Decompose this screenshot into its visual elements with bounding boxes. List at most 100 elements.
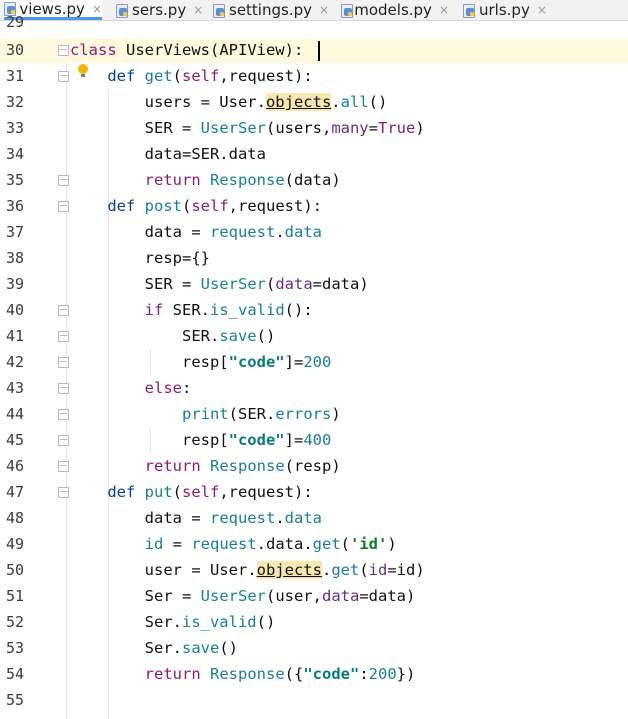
tab-urls-py[interactable]: urls.py ×	[463, 0, 553, 20]
code-token: =id)	[387, 561, 425, 579]
code-line: resp["code"]=200	[70, 349, 331, 375]
line-number: 44	[5, 405, 24, 423]
code-token: many	[331, 119, 369, 137]
fold-marker-icon[interactable]	[58, 357, 69, 368]
line-number: 33	[5, 119, 24, 137]
code-token: print	[181, 405, 229, 423]
line-number: 32	[5, 93, 24, 111]
close-icon[interactable]: ×	[537, 3, 547, 17]
line-number: 31	[5, 67, 24, 85]
code-token: put	[144, 483, 173, 501]
code-token: class	[70, 41, 117, 59]
code-token: self	[182, 483, 220, 501]
fold-marker-icon[interactable]	[58, 305, 69, 316]
code-line: Ser = UserSer(user,data=data)	[70, 583, 416, 609]
fold-marker-icon[interactable]	[58, 201, 69, 212]
code-line: data=SER.data	[70, 141, 266, 167]
code-token: (resp)	[284, 457, 341, 475]
code-token: SER.	[163, 301, 210, 319]
line-number: 30	[5, 41, 24, 59]
tab-sers-py[interactable]: sers.py ×	[116, 0, 208, 20]
fold-marker-icon[interactable]	[58, 461, 69, 472]
fold-marker-icon[interactable]	[58, 435, 69, 446]
code-line: return Response(data)	[70, 167, 341, 193]
code-token: ,request):	[228, 197, 322, 215]
fold-marker-icon[interactable]	[58, 175, 69, 186]
code-token: get	[331, 561, 360, 579]
code-token: data	[284, 223, 322, 241]
line-number: 55	[5, 691, 24, 709]
code-line: Ser.save()	[70, 635, 238, 661]
close-icon[interactable]: ×	[193, 3, 203, 17]
code-token: objects	[265, 93, 332, 111]
code-token: resp[	[70, 431, 229, 449]
line-number: 43	[5, 379, 24, 397]
code-token: ({	[284, 665, 304, 683]
code-token: data=SER.data	[70, 145, 266, 163]
code-token: (	[359, 561, 369, 579]
line-number: 38	[5, 249, 24, 267]
code-token: =data)	[359, 587, 416, 605]
code-token: Response	[210, 171, 285, 189]
code-token: ()	[368, 93, 388, 111]
code-token: )	[331, 405, 341, 423]
tab-settings-py[interactable]: settings.py ×	[213, 0, 331, 20]
code-token: UserSer	[200, 587, 266, 605]
code-line: resp={}	[70, 245, 210, 271]
code-token: get	[312, 535, 341, 553]
code-token: is_valid	[181, 613, 257, 631]
code-token: =	[163, 535, 192, 553]
line-number: 52	[5, 613, 24, 631]
code-token: :	[181, 379, 192, 397]
tab-label: models.py	[354, 1, 432, 19]
tab-label: settings.py	[229, 1, 312, 19]
code-line: id = request.data.get('id')	[70, 531, 397, 557]
fold-marker-icon[interactable]	[58, 409, 69, 420]
fold-marker-icon[interactable]	[58, 45, 69, 56]
line-number: 53	[5, 639, 24, 657]
code-token: UserViews(APIView):	[116, 41, 304, 59]
fold-marker-icon[interactable]	[58, 71, 69, 82]
close-icon[interactable]: ×	[319, 3, 329, 17]
code-editor[interactable]: 29 30 class UserViews(APIView): 31 def get…	[0, 13, 628, 719]
code-token: request	[191, 535, 257, 553]
code-token: if	[144, 301, 164, 319]
code-token: objects	[256, 561, 322, 579]
tab-models-py[interactable]: models.py ×	[341, 0, 449, 20]
close-icon[interactable]: ×	[92, 2, 102, 16]
code-token: True	[377, 119, 416, 137]
python-file-icon	[116, 3, 128, 18]
code-token: save	[219, 327, 257, 345]
code-token: :	[359, 665, 369, 683]
code-token: .	[275, 509, 285, 527]
code-token: =	[368, 119, 378, 137]
line-number: 42	[5, 353, 24, 371]
code-token: UserSer	[200, 119, 266, 137]
fold-marker-icon[interactable]	[58, 383, 69, 394]
code-token: (	[172, 483, 183, 501]
code-line: user = User.objects.get(id=id)	[70, 557, 425, 583]
line-number: 40	[5, 301, 24, 319]
fold-marker-icon[interactable]	[58, 331, 69, 342]
line-number: 36	[5, 197, 24, 215]
code-line: return Response({"code":200})	[70, 661, 416, 687]
code-token: return	[144, 457, 201, 475]
code-line: SER.save()	[70, 323, 275, 349]
code-token: SER =	[70, 119, 201, 137]
code-token: data	[321, 587, 360, 605]
line-number: 54	[5, 665, 24, 683]
code-token: data	[275, 275, 313, 293]
fold-marker-icon[interactable]	[58, 487, 69, 498]
code-token: (	[265, 275, 276, 293]
code-line: SER = UserSer(users,many=True)	[70, 115, 425, 141]
code-token: (SER.	[228, 405, 276, 423]
close-icon[interactable]: ×	[439, 3, 449, 17]
